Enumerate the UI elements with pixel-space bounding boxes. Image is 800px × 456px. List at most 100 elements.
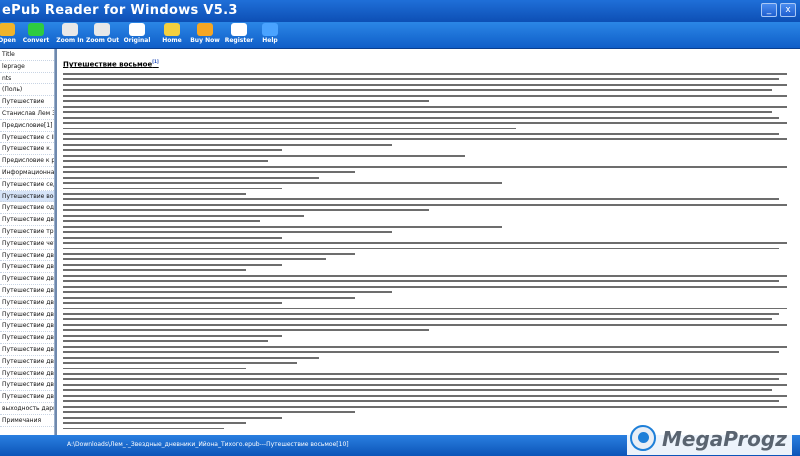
sidebar-item[interactable]: Путешествие двадц: [0, 391, 54, 403]
register-button-label: Register: [224, 37, 254, 44]
buy-now-button[interactable]: Buy Now: [190, 23, 220, 48]
sidebar-item[interactable]: Путешествие: [0, 96, 54, 108]
text-line: [63, 367, 246, 370]
text-line: [63, 307, 787, 310]
help-icon: [262, 23, 278, 36]
text-line: [63, 351, 780, 354]
sidebar-item[interactable]: Станислав Лем Звезд: [0, 108, 54, 120]
original-button-label: Original: [123, 37, 151, 44]
sidebar-item[interactable]: Путешествие двадц: [0, 344, 54, 356]
sidebar-item[interactable]: Информационная за: [0, 167, 54, 179]
chapter-text: [63, 72, 794, 432]
register-key-icon: [231, 23, 247, 36]
text-line: [63, 214, 305, 217]
text-line: [63, 111, 773, 114]
sidebar-item[interactable]: Предисловие к расс: [0, 155, 54, 167]
zoom-in-button[interactable]: Zoom In: [55, 23, 85, 48]
sidebar-item[interactable]: Путешествие двадц: [0, 368, 54, 380]
text-line: [63, 236, 283, 239]
open-button[interactable]: Open: [0, 23, 20, 48]
sidebar-item[interactable]: Путешествие двадц: [0, 273, 54, 285]
text-line: [63, 313, 780, 315]
watermark-text: MegaProgz: [662, 427, 787, 451]
sidebar-item[interactable]: Путешествие трина: [0, 226, 54, 238]
text-line: [63, 203, 787, 206]
chapter-title-text: Путешествие восьмое: [63, 60, 153, 69]
sidebar-item[interactable]: Путешествие с III 1о): [0, 132, 54, 144]
sidebar-item[interactable]: Путешествие двадц: [0, 332, 54, 344]
text-line: [63, 73, 787, 75]
sidebar-item[interactable]: Путешествие четыр: [0, 238, 54, 250]
sidebar-item[interactable]: Предисловие[1]: [0, 120, 54, 132]
text-line: [63, 405, 787, 408]
sidebar-item[interactable]: Путешествие восьм: [0, 190, 54, 203]
text-line: [63, 422, 246, 424]
sidebar-item[interactable]: nts: [0, 73, 54, 85]
text-line: [63, 427, 224, 430]
sidebar-item[interactable]: Путешествие к. росл: [0, 143, 54, 156]
zoom-out-button[interactable]: Zoom Out: [86, 23, 119, 48]
text-line: [63, 83, 787, 86]
sidebar-item[interactable]: Путешествие двадц: [0, 309, 54, 321]
text-line: [63, 193, 246, 195]
sidebar-item[interactable]: Путешествие двадц: [0, 261, 54, 274]
text-line: [63, 160, 268, 163]
sidebar-item[interactable]: Путешествие двена: [0, 214, 54, 226]
sidebar-item[interactable]: Путешествие двадц: [0, 285, 54, 297]
sidebar-item[interactable]: Путешествие седьм: [0, 179, 54, 191]
home-button-label: Home: [162, 37, 182, 44]
sidebar-item[interactable]: Путешествие двадц: [0, 297, 54, 309]
home-icon: [164, 23, 180, 36]
open-button-label: Open: [0, 37, 16, 44]
sidebar-item[interactable]: leprage: [0, 61, 54, 73]
text-line: [63, 285, 787, 288]
sidebar-item[interactable]: (Поль): [0, 84, 54, 97]
status-path: A:\Downloads\Лем_-_Звездные_дневники_Ийо…: [67, 441, 349, 448]
text-line: [63, 242, 787, 244]
sidebar-item[interactable]: Путешествие двадц: [0, 356, 54, 368]
window-controls: _ x: [761, 3, 796, 17]
sidebar-item[interactable]: Путешествие двадц: [0, 320, 54, 333]
home-button[interactable]: Home: [158, 23, 186, 48]
text-line: [63, 133, 780, 135]
text-line: [63, 416, 283, 419]
text-line: [63, 329, 429, 332]
sidebar-item[interactable]: Путешествие двадц: [0, 379, 54, 392]
sidebar-item[interactable]: выходность дарим: [0, 403, 54, 415]
footnote-link[interactable]: [1]: [152, 59, 158, 64]
reading-pane: Путешествие восьмое[1]: [57, 49, 800, 435]
chapter-title: Путешествие восьмое[1]: [63, 59, 159, 68]
sidebar-item[interactable]: Путешествие одинн: [0, 202, 54, 215]
sidebar-item[interactable]: Title: [0, 49, 54, 61]
text-line: [63, 143, 392, 146]
help-button[interactable]: Help: [258, 23, 282, 48]
text-line: [63, 269, 246, 272]
text-line: [63, 373, 787, 375]
text-line: [63, 127, 517, 130]
text-line: [63, 362, 297, 364]
text-line: [63, 247, 780, 250]
text-line: [63, 323, 787, 326]
text-line: [63, 116, 780, 119]
minimize-button[interactable]: _: [761, 3, 777, 17]
text-line: [63, 274, 787, 277]
text-line: [63, 149, 283, 152]
zoom-out-icon: [94, 23, 110, 36]
table-of-contents: Title leprage nts (Поль) Путешествие Станисла…: [0, 49, 55, 435]
text-line: [63, 225, 502, 228]
close-button[interactable]: x: [780, 3, 796, 17]
text-line: [63, 154, 466, 157]
text-line: [63, 318, 773, 321]
original-button[interactable]: Original: [121, 23, 153, 48]
text-line: [63, 176, 319, 179]
title-bar: ePub Reader for Windows V5.3 _ x: [0, 0, 800, 22]
sidebar-item[interactable]: Путешествие двадц: [0, 250, 54, 262]
text-line: [63, 345, 787, 348]
register-button[interactable]: Register: [223, 23, 255, 48]
text-line: [63, 165, 787, 168]
text-line: [63, 105, 787, 108]
convert-button[interactable]: Convert: [22, 23, 50, 48]
sidebar-item[interactable]: Примечания: [0, 415, 54, 427]
text-line: [63, 296, 356, 299]
text-line: [63, 89, 773, 92]
